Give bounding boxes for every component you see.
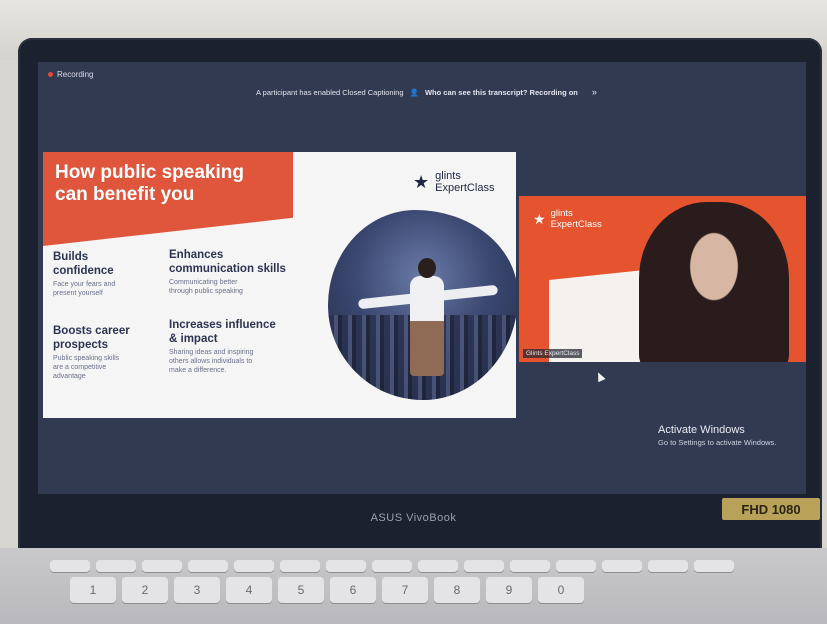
function-key[interactable]: [96, 560, 136, 572]
star-logo-icon: ★: [413, 172, 430, 192]
point-heading: Boosts career: [53, 325, 130, 337]
function-key-row: [50, 560, 820, 572]
point-communication: Enhances communication skills Communicati…: [169, 248, 319, 296]
point-desc: Sharing ideas and inspiring: [169, 349, 254, 356]
function-key[interactable]: [372, 560, 412, 572]
slide-title-line2: can benefit you: [55, 184, 195, 205]
speaker-head: [418, 258, 436, 278]
function-key[interactable]: [234, 560, 274, 572]
star-logo-icon: ★: [533, 211, 546, 227]
laptop-brand: ASUS VivoBook: [370, 512, 457, 524]
point-heading: prospects: [53, 339, 108, 351]
function-key[interactable]: [602, 560, 642, 572]
video-brand-line2: ExpertClass: [550, 219, 602, 230]
function-key[interactable]: [510, 560, 550, 572]
function-key[interactable]: [694, 560, 734, 572]
function-key[interactable]: [280, 560, 320, 572]
person-icon: 👤: [409, 87, 419, 97]
point-heading: Enhances: [169, 249, 224, 261]
function-key[interactable]: [418, 560, 458, 572]
video-brand-logo: ★ glints ExpertClass: [533, 208, 602, 230]
point-desc: others allows individuals to: [169, 358, 253, 365]
keyboard: 1 2 3 4 5 6 7 8 9 0: [50, 560, 820, 608]
function-key[interactable]: [142, 560, 182, 572]
point-desc: Face your fears and: [53, 281, 116, 288]
slide-brand-line1: glints: [435, 170, 461, 182]
number-key-row: 1 2 3 4 5 6 7 8 9 0: [70, 577, 820, 603]
key-3[interactable]: 3: [174, 577, 220, 603]
activate-windows-subtitle: Go to Settings to activate Windows.: [658, 438, 777, 447]
key-5[interactable]: 5: [278, 577, 324, 603]
transcript-visibility-link[interactable]: Who can see this transcript? Recording o…: [425, 88, 578, 97]
participant-person: [639, 202, 789, 362]
participant-video-tile[interactable]: ★ glints ExpertClass Glints ExpertClass: [519, 196, 806, 362]
key-2[interactable]: 2: [122, 577, 168, 603]
point-heading: confidence: [53, 265, 114, 277]
key-0[interactable]: 0: [538, 577, 584, 603]
point-desc: advantage: [53, 373, 86, 380]
key-1[interactable]: 1: [70, 577, 116, 603]
function-key[interactable]: [464, 560, 504, 572]
fhd-badge: FHD 1080: [722, 498, 820, 520]
meeting-screen: Recording A participant has enabled Clos…: [38, 62, 806, 494]
point-influence: Increases influence & impact Sharing idea…: [169, 318, 319, 375]
shared-slide: How public speaking can benefit you ★ gl…: [43, 152, 516, 418]
point-heading: Builds: [53, 251, 89, 263]
speaker-photo: [328, 210, 516, 400]
point-desc: through public speaking: [169, 288, 243, 295]
caption-notice-bar: A participant has enabled Closed Caption…: [256, 86, 636, 98]
video-brand-line1: glints: [550, 208, 573, 219]
key-8[interactable]: 8: [434, 577, 480, 603]
activate-windows-watermark: Activate Windows Go to Settings to activ…: [658, 424, 776, 447]
chevron-right-icon[interactable]: »: [592, 87, 597, 97]
recording-indicator[interactable]: Recording: [48, 70, 93, 79]
speaker-body: [410, 276, 444, 376]
key-6[interactable]: 6: [330, 577, 376, 603]
point-desc: present yourself: [53, 290, 103, 297]
point-desc: make a difference.: [169, 367, 227, 374]
function-key[interactable]: [326, 560, 366, 572]
mouse-cursor-icon: [594, 370, 606, 383]
point-builds-confidence: Builds confidence Face your fears and pres…: [53, 250, 163, 298]
record-dot-icon: [48, 72, 53, 77]
point-heading: communication skills: [169, 263, 286, 275]
key-9[interactable]: 9: [486, 577, 532, 603]
slide-title-line1: How public speaking: [55, 162, 244, 183]
slide-brand-logo: ★ glints ExpertClass: [413, 170, 494, 194]
point-desc: are a competitive: [53, 364, 107, 371]
function-key[interactable]: [188, 560, 228, 572]
recording-label: Recording: [57, 70, 94, 79]
slide-brand-line2: ExpertClass: [435, 182, 495, 194]
key-4[interactable]: 4: [226, 577, 272, 603]
point-career: Boosts career prospects Public speaking s…: [53, 324, 163, 381]
function-key[interactable]: [556, 560, 596, 572]
slide-title: How public speaking can benefit you: [55, 162, 285, 206]
participant-name-label: Glints ExpertClass: [523, 349, 583, 358]
function-key[interactable]: [648, 560, 688, 572]
key-7[interactable]: 7: [382, 577, 428, 603]
point-desc: Communicating better: [169, 279, 238, 286]
activate-windows-title: Activate Windows: [658, 424, 745, 436]
point-heading: & impact: [169, 333, 218, 345]
meeting-top-bar: Recording: [38, 62, 806, 88]
point-desc: Public speaking skills: [53, 355, 120, 362]
function-key[interactable]: [50, 560, 90, 572]
caption-notice-text: A participant has enabled Closed Caption…: [256, 87, 404, 97]
point-heading: Increases influence: [169, 319, 276, 331]
